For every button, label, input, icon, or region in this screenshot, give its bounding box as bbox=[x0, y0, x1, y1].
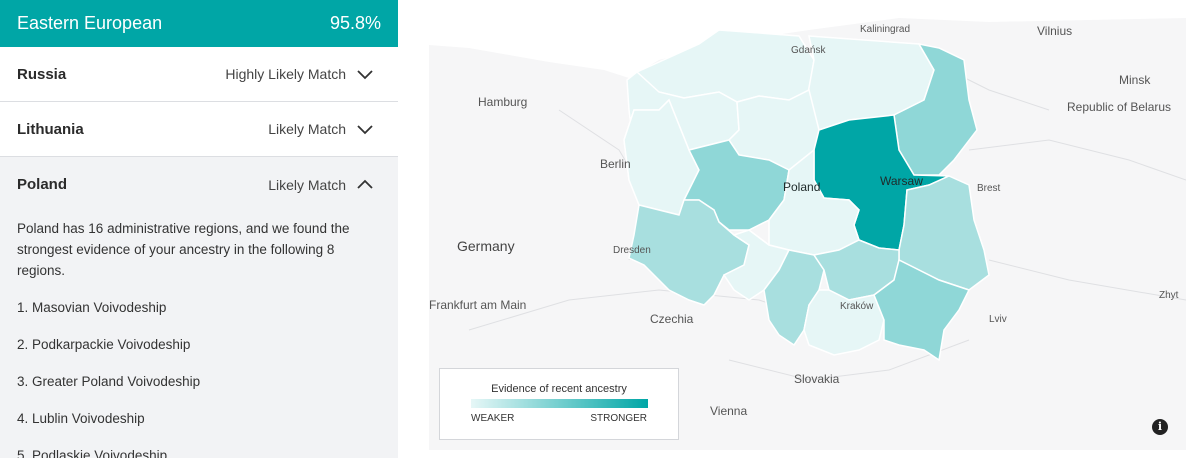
region-item: 3. Greater Poland Voivodeship bbox=[17, 374, 201, 389]
label-warsaw: Warsaw bbox=[880, 174, 923, 188]
label-germany: Germany bbox=[457, 238, 515, 254]
legend-weaker: WEAKER bbox=[471, 413, 515, 424]
chevron-down-icon bbox=[357, 70, 373, 80]
ancestry-panel: Eastern European 95.8% Russia Highly Lik… bbox=[0, 0, 398, 458]
country-name: Lithuania bbox=[17, 120, 84, 138]
label-lviv: Lviv bbox=[989, 314, 1007, 325]
match-label: Likely Match bbox=[268, 121, 346, 137]
chevron-down-icon bbox=[357, 125, 373, 135]
chevron-up-icon bbox=[357, 179, 373, 189]
country-name: Russia bbox=[17, 65, 67, 83]
label-vilnius: Vilnius bbox=[1037, 24, 1073, 38]
region-item: 1. Masovian Voivodeship bbox=[17, 300, 167, 315]
row-lithuania[interactable]: Lithuania Likely Match bbox=[0, 102, 398, 157]
label-belarus: Republic of Belarus bbox=[1067, 100, 1172, 114]
region-lesser-poland bbox=[803, 289, 885, 356]
label-vienna: Vienna bbox=[710, 404, 748, 418]
label-gdansk: Gdańsk bbox=[791, 45, 826, 56]
legend-title: Evidence of recent ancestry bbox=[491, 383, 627, 395]
region-item: 5. Podlaskie Voivodeship bbox=[17, 448, 168, 458]
region-item: 4. Lublin Voivodeship bbox=[17, 411, 145, 426]
label-dresden: Dresden bbox=[613, 245, 651, 256]
legend-stronger: STRONGER bbox=[590, 413, 647, 424]
country-name: Poland bbox=[17, 176, 68, 193]
label-czechia: Czechia bbox=[650, 312, 694, 326]
row-poland[interactable]: Poland Likely Match bbox=[0, 157, 398, 212]
label-zhyt: Zhyt bbox=[1159, 290, 1179, 301]
match-label: Highly Likely Match bbox=[225, 66, 346, 82]
poland-details: Poland has 16 administrative regions, an… bbox=[0, 212, 398, 458]
label-slovakia: Slovakia bbox=[794, 372, 840, 386]
ancestry-map[interactable]: Kaliningrad Vilnius Gdańsk Minsk Republi… bbox=[429, 0, 1186, 450]
match-label: Likely Match bbox=[268, 176, 346, 193]
region-percent: 95.8% bbox=[329, 13, 381, 33]
label-poland: Poland bbox=[783, 180, 821, 194]
label-minsk: Minsk bbox=[1119, 73, 1151, 87]
region-header[interactable]: Eastern European 95.8% bbox=[0, 0, 398, 47]
row-russia[interactable]: Russia Highly Likely Match bbox=[0, 47, 398, 102]
label-hamburg: Hamburg bbox=[478, 95, 528, 109]
label-krakow: Kraków bbox=[840, 301, 874, 312]
poland-description: Poland has 16 administrative regions, an… bbox=[17, 221, 350, 278]
info-icon[interactable]: i bbox=[1152, 419, 1168, 435]
label-berlin: Berlin bbox=[600, 157, 631, 171]
label-brest: Brest bbox=[977, 183, 1001, 194]
label-kaliningrad: Kaliningrad bbox=[860, 24, 911, 35]
label-frankfurt: Frankfurt am Main bbox=[429, 298, 527, 312]
region-title: Eastern European bbox=[17, 13, 163, 33]
region-item: 2. Podkarpackie Voivodeship bbox=[17, 337, 191, 352]
map-legend: Evidence of recent ancestry WEAKER STRON… bbox=[439, 368, 679, 440]
legend-gradient bbox=[471, 399, 648, 408]
